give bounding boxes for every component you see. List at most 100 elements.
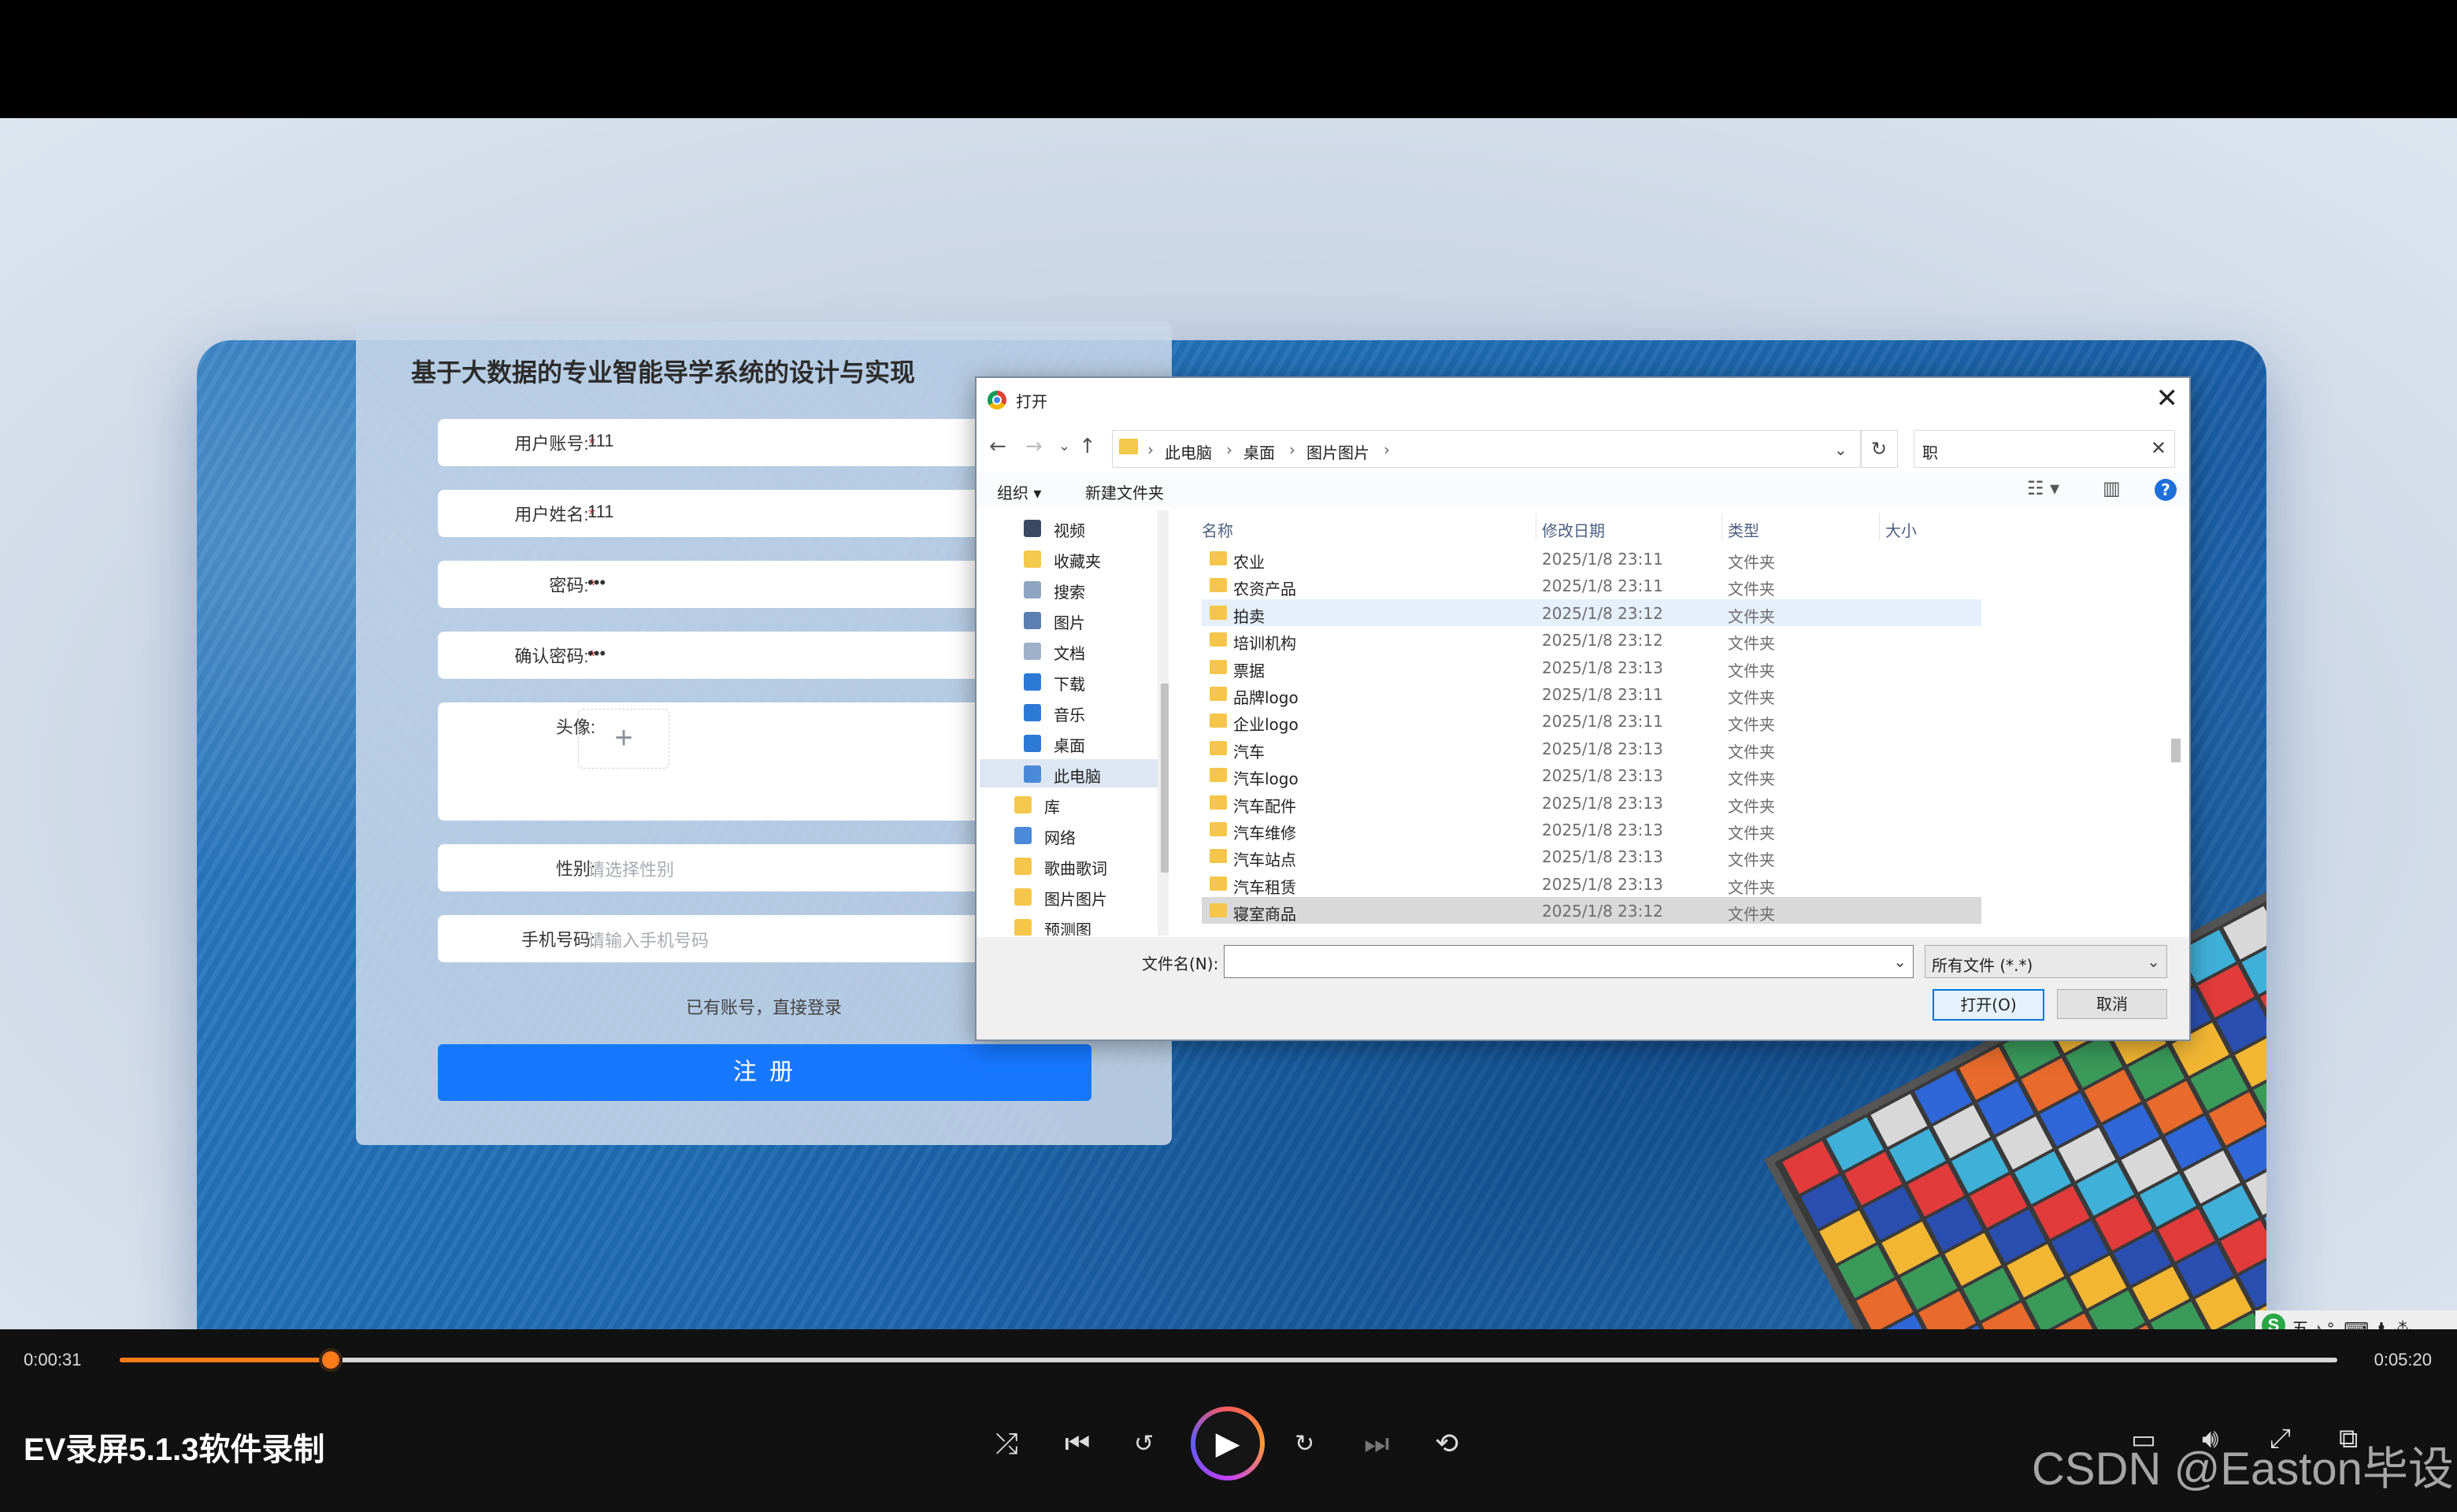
nav-item[interactable]: 收藏夹 xyxy=(980,544,1158,573)
column-divider[interactable] xyxy=(1879,513,1880,540)
nav-item[interactable]: 预测图 xyxy=(980,913,1158,936)
confirm-password-input[interactable]: ••• xyxy=(587,643,606,664)
phone-field[interactable]: 手机号码: 请输入手机号码 xyxy=(438,915,1021,962)
confirm-password-label: 确认密码:* xyxy=(514,647,595,666)
file-row[interactable]: 汽车logo 2025/1/8 23:13 文件夹 xyxy=(1202,762,1981,788)
breadcrumb-this-pc[interactable]: 此电脑 xyxy=(1165,440,1212,463)
file-row[interactable]: 汽车 2025/1/8 23:13 文件夹 xyxy=(1202,735,1981,762)
chevron-down-icon[interactable]: ⌄ xyxy=(1893,952,1907,971)
folder-icon xyxy=(1119,439,1138,454)
nav-item[interactable]: 文档 xyxy=(980,636,1158,665)
help-icon[interactable]: ? xyxy=(2155,479,2177,501)
file-date: 2025/1/8 23:12 xyxy=(1542,631,1663,650)
forward-arrow-icon[interactable]: → xyxy=(1025,435,1043,458)
progress-knob[interactable] xyxy=(318,1348,343,1372)
file-row[interactable]: 寝室商品 2025/1/8 23:12 文件夹 xyxy=(1202,897,1981,925)
folder-icon xyxy=(1210,713,1227,728)
account-input[interactable]: 111 xyxy=(587,431,613,451)
avatar-upload[interactable]: + xyxy=(578,709,669,769)
folder-icon xyxy=(1210,551,1227,565)
password-input[interactable]: ••• xyxy=(587,573,606,593)
loop-icon[interactable]: ⟲ xyxy=(1435,1427,1458,1460)
rewind-10-icon[interactable]: ↺ xyxy=(1134,1430,1154,1458)
nav-item[interactable]: 下载 xyxy=(980,667,1158,695)
file-row[interactable]: 农资产品 2025/1/8 23:11 文件夹 xyxy=(1202,572,1981,598)
open-button[interactable]: 打开(O) xyxy=(1933,989,2044,1021)
nav-item-label: 预测图 xyxy=(1044,921,1091,936)
nav-item[interactable]: 视频 xyxy=(980,513,1158,542)
column-size[interactable]: 大小 xyxy=(1885,518,1917,541)
confirm-password-field[interactable]: 确认密码:* ••• xyxy=(438,632,1021,679)
file-row[interactable]: 企业logo 2025/1/8 23:11 文件夹 xyxy=(1202,707,1981,734)
nav-item[interactable]: 图片图片 xyxy=(980,882,1158,910)
file-date: 2025/1/8 23:11 xyxy=(1542,576,1663,596)
next-icon[interactable]: ⏭ xyxy=(1364,1427,1389,1461)
username-field[interactable]: 用户姓名:* 111 xyxy=(438,490,1021,537)
clear-search-icon[interactable]: ✕ xyxy=(2151,437,2166,459)
total-time: 0:05:20 xyxy=(2374,1350,2432,1369)
file-row[interactable]: 汽车租赁 2025/1/8 23:13 文件夹 xyxy=(1202,870,1981,897)
filename-input[interactable]: ⌄ xyxy=(1224,945,1914,978)
nav-item[interactable]: 歌曲歌词 xyxy=(980,851,1158,880)
column-name[interactable]: 名称 xyxy=(1202,518,1233,541)
progress-track[interactable] xyxy=(120,1348,2337,1372)
nav-item[interactable]: 图片 xyxy=(980,606,1158,634)
previous-icon[interactable]: ⏮ xyxy=(1065,1427,1090,1461)
nav-item[interactable]: 库 xyxy=(980,790,1158,818)
file-row[interactable]: 培训机构 2025/1/8 23:12 文件夹 xyxy=(1202,626,1981,653)
column-divider[interactable] xyxy=(1721,513,1722,540)
file-row[interactable]: 农业 2025/1/8 23:11 文件夹 xyxy=(1202,545,1981,572)
nav-item[interactable]: 桌面 xyxy=(980,728,1158,757)
nav-item[interactable]: 此电脑 xyxy=(980,759,1158,788)
gender-select[interactable]: 请选择性别 xyxy=(587,856,674,881)
cancel-button[interactable]: 取消 xyxy=(2057,989,2167,1019)
nav-scrollbar[interactable] xyxy=(1158,510,1169,936)
column-date[interactable]: 修改日期 xyxy=(1542,518,1605,541)
nav-item[interactable]: 网络 xyxy=(980,821,1158,849)
chevron-right-icon: › xyxy=(1384,440,1390,459)
file-type: 文件夹 xyxy=(1728,824,1775,843)
password-field[interactable]: 密码:* ••• xyxy=(438,561,1021,608)
play-button[interactable]: ▶ xyxy=(1191,1406,1265,1480)
forward-30-icon[interactable]: ↻ xyxy=(1295,1430,1314,1458)
folder-icon xyxy=(1210,876,1227,891)
organize-button[interactable]: 组织 ▾ xyxy=(997,480,1041,503)
file-scrollbar[interactable] xyxy=(2167,510,2185,936)
preview-pane-icon[interactable]: ▥ xyxy=(2103,477,2121,499)
view-options-icon[interactable]: ☷ ▾ xyxy=(2027,477,2059,499)
search-input[interactable]: 职 ✕ xyxy=(1914,430,2175,468)
up-arrow-icon[interactable]: ↑ xyxy=(1079,435,1096,458)
close-icon[interactable]: ✕ xyxy=(2156,383,2179,414)
file-row[interactable]: 汽车站点 2025/1/8 23:13 文件夹 xyxy=(1202,843,1981,869)
file-scrollbar-thumb[interactable] xyxy=(2171,739,2181,762)
nav-scrollbar-thumb[interactable] xyxy=(1161,684,1169,873)
file-date: 2025/1/8 23:13 xyxy=(1542,658,1663,677)
file-row[interactable]: 票据 2025/1/8 23:13 文件夹 xyxy=(1202,654,1981,680)
file-name: 拍卖 xyxy=(1233,606,1265,626)
nav-item[interactable]: 搜索 xyxy=(980,575,1158,603)
chevron-down-icon[interactable]: ⌄ xyxy=(1058,438,1070,454)
file-type-select[interactable]: 所有文件 (*.*) ⌄ xyxy=(1925,945,2167,978)
file-type: 文件夹 xyxy=(1728,688,1775,707)
file-row[interactable]: 品牌logo 2025/1/8 23:11 文件夹 xyxy=(1202,680,1981,707)
breadcrumb-desktop[interactable]: 桌面 xyxy=(1243,440,1275,463)
nav-item[interactable]: 音乐 xyxy=(980,698,1158,726)
address-bar[interactable]: › 此电脑 › 桌面 › 图片图片 › ⌄ xyxy=(1112,430,1862,468)
file-row[interactable]: 拍卖 2025/1/8 23:12 文件夹 xyxy=(1202,598,1981,626)
back-arrow-icon[interactable]: ← xyxy=(989,435,1006,458)
new-folder-button[interactable]: 新建文件夹 xyxy=(1085,480,1164,503)
gender-field[interactable]: 性别: 请选择性别 xyxy=(438,844,1021,891)
file-row[interactable]: 汽车配件 2025/1/8 23:13 文件夹 xyxy=(1202,789,1981,816)
register-button[interactable]: 注 册 xyxy=(438,1044,1091,1101)
file-row[interactable]: 汽车维修 2025/1/8 23:13 文件夹 xyxy=(1202,816,1981,843)
chevron-down-icon[interactable]: ⌄ xyxy=(1834,440,1847,459)
refresh-icon[interactable]: ↻ xyxy=(1860,430,1898,468)
phone-input[interactable]: 请输入手机号码 xyxy=(587,927,709,952)
breadcrumb-pictures[interactable]: 图片图片 xyxy=(1306,440,1369,463)
nav-item-label: 库 xyxy=(1044,798,1060,817)
column-type[interactable]: 类型 xyxy=(1728,518,1759,541)
file-name: 寝室商品 xyxy=(1233,905,1296,925)
shuffle-icon[interactable]: ⤮ xyxy=(995,1427,1018,1461)
username-input[interactable]: 111 xyxy=(587,502,613,522)
account-field[interactable]: 用户账号:* 111 xyxy=(438,419,1021,466)
